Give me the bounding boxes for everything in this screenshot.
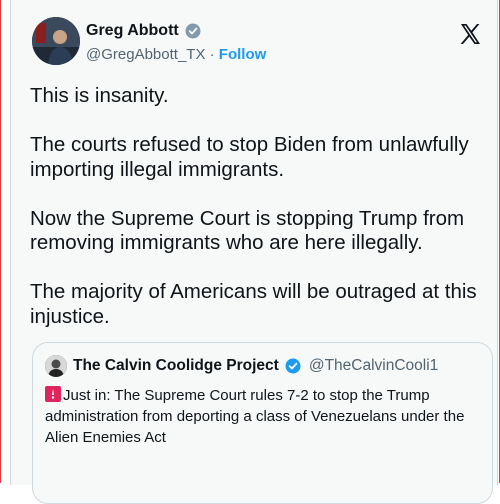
quoted-tweet[interactable]: The Calvin Coolidge Project @TheCalvinCo… [32, 342, 493, 504]
quoted-author-avatar [45, 355, 67, 377]
author-handle-row: @GregAbbott_TX · Follow [86, 46, 266, 63]
quoted-author-name: The Calvin Coolidge Project [73, 357, 279, 374]
rotating-light-icon [45, 386, 61, 402]
x-logo-icon[interactable] [458, 22, 482, 46]
author-avatar[interactable] [32, 17, 80, 65]
quoted-author-handle: @TheCalvinCooli1 [308, 357, 439, 374]
author-name[interactable]: Greg Abbott [86, 22, 179, 40]
tweet-paragraph: The courts refused to stop Biden from un… [30, 133, 469, 181]
quoted-tweet-header: The Calvin Coolidge Project @TheCalvinCo… [45, 355, 438, 377]
tweet-paragraph: Now the Supreme Court is stopping Trump … [30, 206, 465, 255]
handle-separator: · [209, 46, 215, 63]
quoted-verified-badge-icon [285, 358, 301, 374]
quoted-tweet-text: Just in: The Supreme Court rules 7-2 to … [45, 387, 465, 446]
author-name-row[interactable]: Greg Abbott [86, 22, 201, 40]
tweet-paragraph: The majority of Americans will be outrag… [30, 280, 477, 328]
follow-button[interactable]: Follow [219, 46, 267, 63]
tweet-body: This is insanity. The courts refused to … [30, 84, 485, 354]
quoted-tweet-text-row: Just in: The Supreme Court rules 7-2 to … [45, 385, 485, 448]
tweet-paragraph: This is insanity. [30, 84, 169, 107]
author-handle[interactable]: @GregAbbott_TX [86, 46, 205, 63]
verified-badge-icon [185, 23, 201, 39]
